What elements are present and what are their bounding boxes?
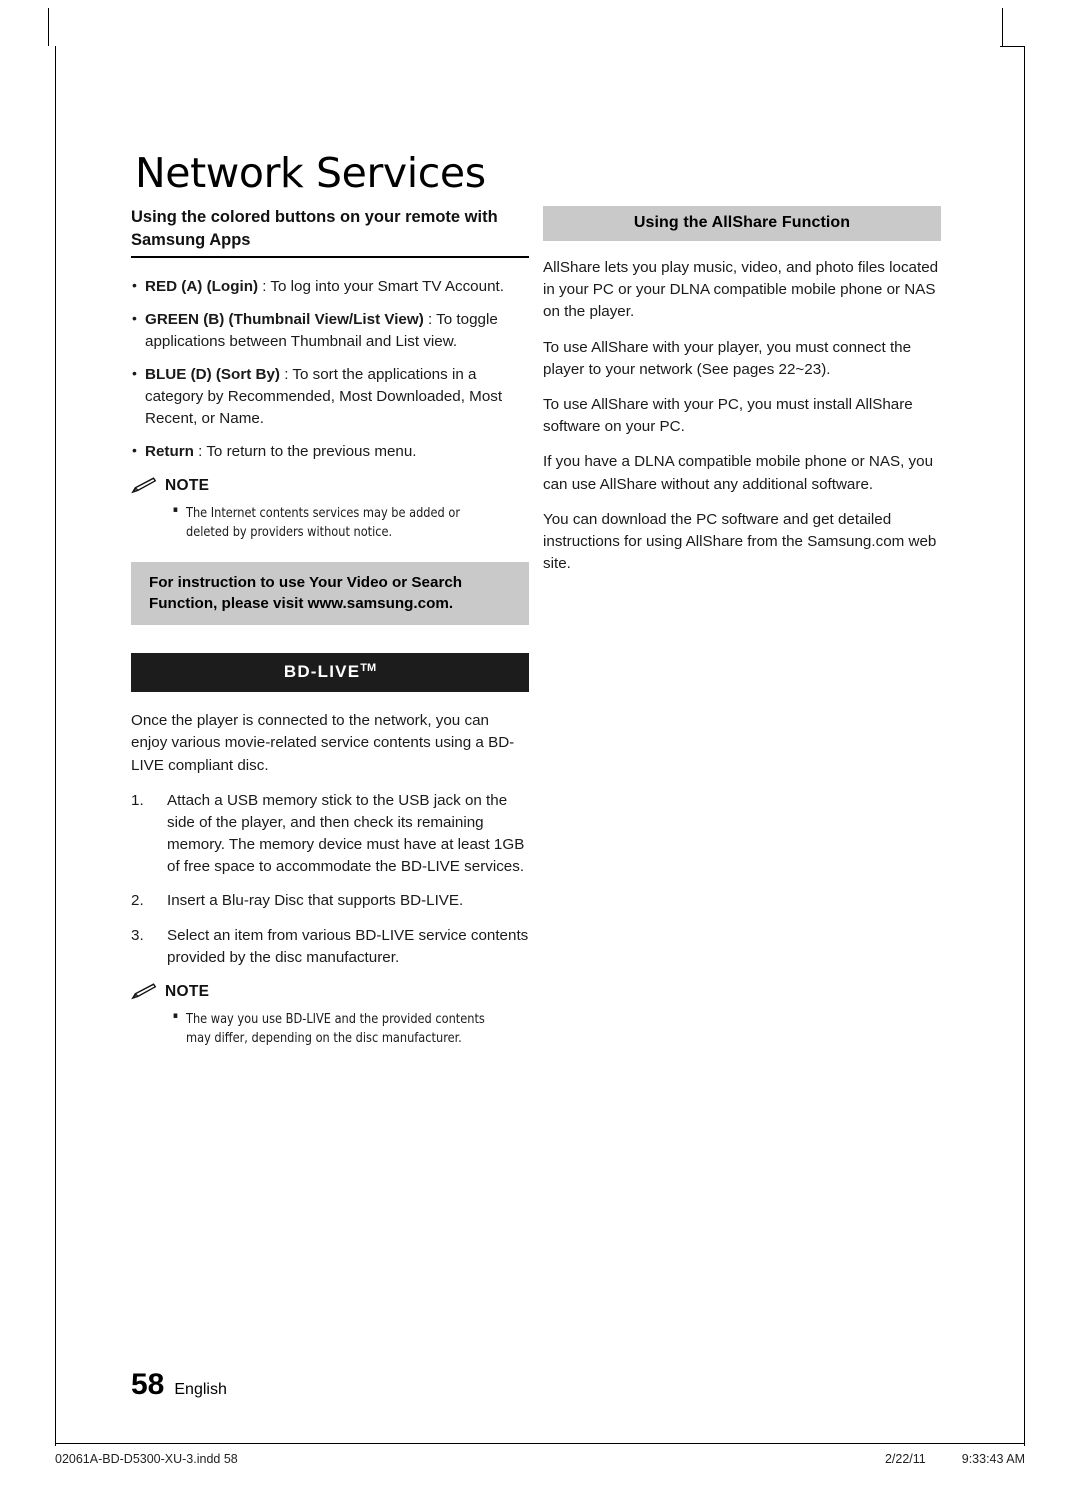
bullet-label: RED (A) (Login)	[145, 277, 259, 295]
list-item: BLUE (D) (Sort By) : To sort the applica…	[131, 363, 529, 430]
page-frame-right	[1024, 46, 1025, 1446]
print-file-name: 02061A-BD-D5300-XU-3.indd 58	[55, 1452, 238, 1466]
list-item: The Internet contents services may be ad…	[173, 504, 504, 542]
list-item: RED (A) (Login) : To log into your Smart…	[131, 275, 529, 298]
allshare-heading: Using the AllShare Function	[543, 206, 941, 241]
note-list: The way you use BD-LIVE and the provided…	[131, 1010, 529, 1048]
list-item: Return : To return to the previous menu.	[131, 440, 529, 463]
samsung-apps-heading-wrap: Using the colored buttons on your remote…	[131, 206, 529, 262]
step-number: 1.	[131, 791, 144, 809]
page-number: 58	[131, 1368, 165, 1401]
list-item: 1. Attach a USB memory stick to the USB j…	[131, 790, 529, 879]
allshare-paragraph: You can download the PC software and get…	[543, 510, 937, 573]
step-number: 2.	[131, 892, 144, 910]
page-language: English	[174, 1381, 227, 1398]
right-column: Using the AllShare Function AllShare let…	[543, 206, 941, 588]
step-text: Select an item from various BD-LIVE serv…	[167, 926, 529, 966]
allshare-paragraph: To use AllShare with your player, you mu…	[543, 338, 912, 378]
allshare-paragraph: AllShare lets you play music, video, and…	[543, 259, 939, 321]
note-label: NOTE	[165, 477, 210, 495]
step-text: Attach a USB memory stick to the USB jac…	[167, 791, 525, 876]
step-number: 3.	[131, 926, 144, 944]
bullet-label: GREEN (B) (Thumbnail View/List View)	[145, 310, 424, 328]
note-label: NOTE	[165, 983, 210, 1000]
page-title: Network Services	[135, 149, 486, 198]
samsung-apps-heading: Using the colored buttons on your remote…	[131, 206, 529, 258]
bullet-label: BLUE (D) (Sort By)	[145, 365, 280, 383]
crop-mark-top-left	[48, 8, 49, 46]
page-frame-left	[55, 46, 56, 1446]
note-header: NOTE	[131, 983, 529, 1001]
note-list: The Internet contents services may be ad…	[131, 504, 529, 542]
bdlive-steps: 1. Attach a USB memory stick to the USB j…	[131, 790, 529, 969]
list-item: The way you use BD-LIVE and the provided…	[173, 1010, 504, 1048]
trademark-symbol: TM	[360, 662, 377, 675]
bdlive-heading: BD-LIVETM	[131, 653, 529, 693]
bdlive-intro: Once the player is connected to the netw…	[131, 712, 515, 774]
page-frame-top-right	[1000, 46, 1025, 47]
left-column: Using the colored buttons on your remote…	[131, 206, 529, 1048]
bullet-text: : To log into your Smart TV Account.	[258, 277, 504, 295]
allshare-paragraph: If you have a DLNA compatible mobile pho…	[543, 453, 934, 493]
page-footer-number: 58 English	[131, 1368, 227, 1402]
colored-buttons-list: RED (A) (Login) : To log into your Smart…	[131, 275, 529, 463]
pencil-icon	[131, 983, 157, 1001]
pencil-icon	[131, 477, 157, 495]
manual-page: Network Services Using the colored butto…	[55, 10, 1025, 1470]
bullet-label: Return	[145, 443, 194, 461]
print-date: 2/22/11	[884, 1452, 926, 1466]
allshare-paragraph: To use AllShare with your PC, you must i…	[543, 395, 913, 436]
list-item: 3. Select an item from various BD-LIVE se…	[131, 925, 529, 969]
callout-box: For instruction to use Your Video or Sea…	[131, 561, 529, 626]
step-text: Insert a Blu-ray Disc that supports BD-L…	[167, 892, 464, 910]
list-item: 2. Insert a Blu-ray Disc that supports BD…	[131, 890, 529, 912]
bdlive-heading-text: BD-LIVE	[283, 662, 361, 682]
print-time: 9:33:43 AM	[961, 1452, 1025, 1466]
bullet-text: : To return to the previous menu.	[193, 443, 417, 461]
note-header: NOTE	[131, 477, 529, 495]
print-footer: 02061A-BD-D5300-XU-3.indd 58 2/22/11 9:3…	[55, 1443, 1025, 1466]
list-item: GREEN (B) (Thumbnail View/List View) : T…	[131, 308, 529, 353]
